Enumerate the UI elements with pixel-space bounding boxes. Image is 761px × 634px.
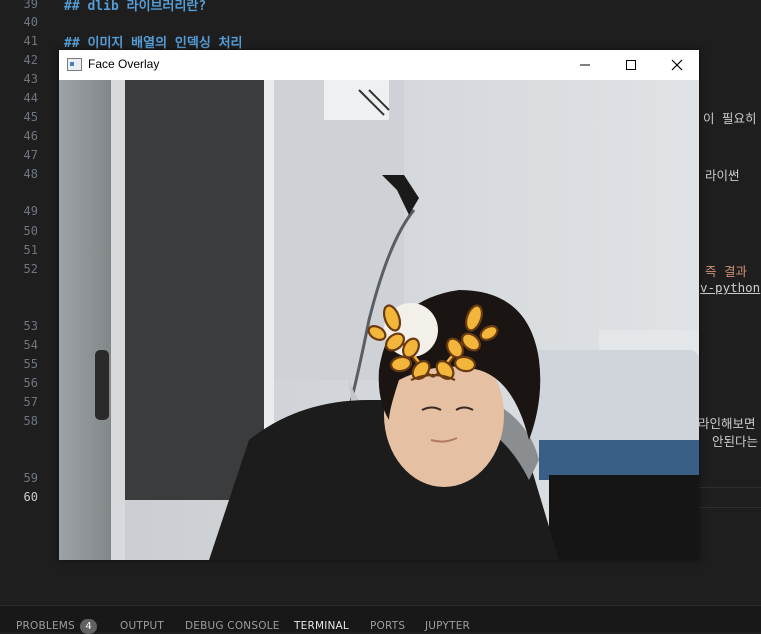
problems-count-badge: 4 xyxy=(80,619,97,634)
close-icon xyxy=(671,59,683,71)
line-number: 49 xyxy=(23,204,38,218)
line-number: 58 xyxy=(23,414,38,428)
line-number: 44 xyxy=(23,91,38,105)
close-button[interactable] xyxy=(654,50,700,80)
tab-terminal[interactable]: TERMINAL xyxy=(294,620,349,632)
maximize-button[interactable] xyxy=(608,50,654,80)
line-number: 51 xyxy=(23,243,38,257)
app-window-icon xyxy=(67,58,82,71)
tab-output[interactable]: OUTPUT xyxy=(120,620,164,632)
window-titlebar[interactable]: Face Overlay xyxy=(59,50,699,80)
laurel-overlay-icon xyxy=(367,304,499,382)
line-number: 59 xyxy=(23,471,38,485)
line-number: 55 xyxy=(23,357,38,371)
line-number: 46 xyxy=(23,129,38,143)
minimize-icon xyxy=(580,64,590,66)
heading-dlib[interactable]: ## dlib 라이브러리란? xyxy=(64,0,206,14)
line-number: 39 xyxy=(23,0,38,11)
line-number: 45 xyxy=(23,110,38,124)
line-number: 57 xyxy=(23,395,38,409)
tab-jupyter[interactable]: JUPYTER xyxy=(425,620,470,632)
maximize-icon xyxy=(626,60,636,70)
line-number: 40 xyxy=(23,15,38,29)
line-number: 42 xyxy=(23,53,38,67)
line-number: 54 xyxy=(23,338,38,352)
code-fragment: 라이썬 xyxy=(705,168,740,183)
line-number-active: 60 xyxy=(23,490,38,504)
code-fragment: 라인해보면 xyxy=(698,416,756,431)
tab-ports[interactable]: PORTS xyxy=(370,620,405,632)
heading-indexing[interactable]: ## 이미지 배열의 인덱싱 처리 xyxy=(64,32,243,51)
line-number: 50 xyxy=(23,224,38,238)
line-number: 47 xyxy=(23,148,38,162)
bottom-panel-tabs: PROBLEMS 4 OUTPUT DEBUG CONSOLE TERMINAL… xyxy=(0,605,761,634)
face-overlay-window[interactable]: Face Overlay xyxy=(59,50,699,560)
line-number: 53 xyxy=(23,319,38,333)
line-number: 52 xyxy=(23,262,38,276)
code-link[interactable]: v-python xyxy=(700,280,760,295)
code-fragment: 이 필요히 xyxy=(703,111,757,126)
current-line-highlight xyxy=(698,487,761,508)
code-fragment: 안된다는 xyxy=(712,434,759,449)
line-number: 43 xyxy=(23,72,38,86)
tab-debug-console[interactable]: DEBUG CONSOLE xyxy=(185,620,280,632)
window-title: Face Overlay xyxy=(88,57,160,71)
code-fragment: 즉 결과 xyxy=(705,264,748,279)
webcam-frame xyxy=(59,80,699,560)
tab-problems[interactable]: PROBLEMS xyxy=(16,620,75,632)
line-number: 41 xyxy=(23,34,38,48)
line-number: 48 xyxy=(23,167,38,181)
minimize-button[interactable] xyxy=(562,50,608,80)
line-number: 56 xyxy=(23,376,38,390)
